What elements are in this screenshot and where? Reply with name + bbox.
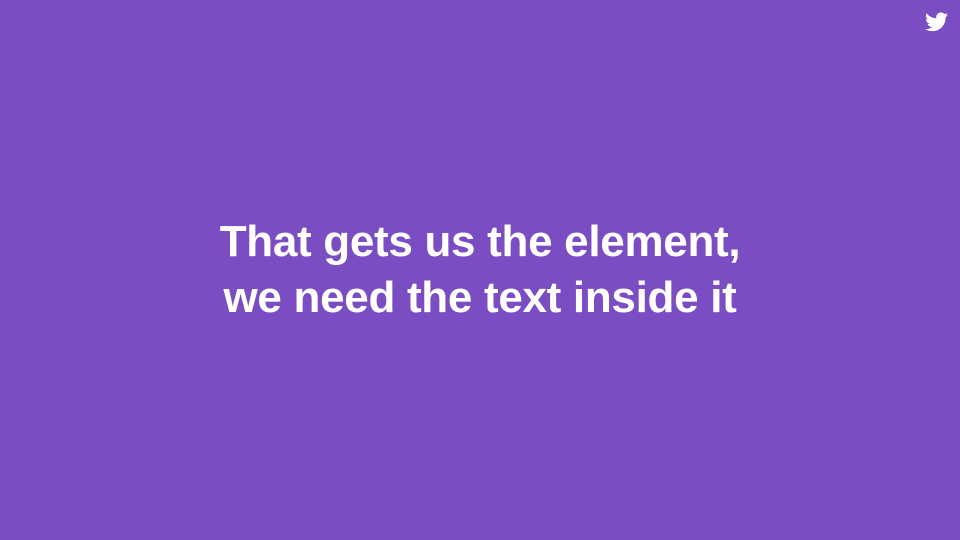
- slide: That gets us the element, we need the te…: [0, 0, 960, 540]
- twitter-bird-icon: [925, 12, 948, 32]
- headline-line-2: we need the text inside it: [223, 273, 737, 322]
- headline-line-1: That gets us the element,: [219, 217, 741, 266]
- slide-headline: That gets us the element, we need the te…: [0, 214, 960, 326]
